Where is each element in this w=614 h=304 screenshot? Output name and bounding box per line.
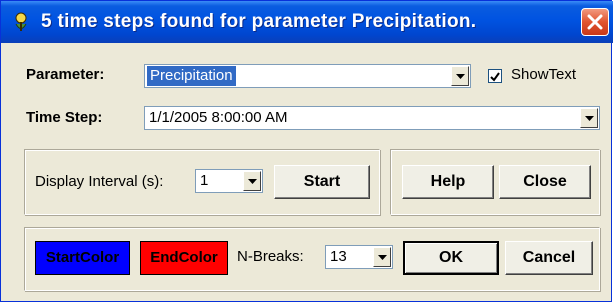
window-title: 5 time steps found for parameter Precipi… — [41, 11, 477, 32]
parameter-dropdown-arrow[interactable] — [451, 66, 469, 86]
parameter-label: Parameter: — [26, 66, 105, 83]
window-close-button[interactable] — [581, 8, 609, 36]
display-interval-dropdown-arrow[interactable] — [243, 171, 261, 191]
checkmark-icon — [490, 72, 500, 82]
timestep-label: Time Step: — [26, 109, 103, 126]
nbreaks-label: N-Breaks: — [237, 248, 304, 265]
chevron-down-icon — [248, 179, 257, 184]
parameter-dropdown[interactable]: Precipitation — [144, 64, 471, 88]
start-button[interactable]: Start — [274, 165, 370, 199]
app-icon — [11, 11, 31, 33]
close-icon — [587, 14, 603, 30]
end-color-button[interactable]: EndColor — [140, 241, 228, 275]
ok-button[interactable]: OK — [403, 241, 499, 275]
chevron-down-icon — [585, 116, 594, 121]
nbreaks-dropdown[interactable]: 13 — [325, 245, 393, 269]
parameter-value: Precipitation — [147, 66, 236, 86]
display-interval-value: 1 — [200, 172, 209, 189]
chevron-down-icon — [378, 255, 387, 260]
title-bar: 5 time steps found for parameter Precipi… — [1, 1, 613, 43]
cancel-button[interactable]: Cancel — [505, 241, 593, 275]
timestep-value: 1/1/2005 8:00:00 AM — [149, 109, 288, 126]
dialog-window: 5 time steps found for parameter Precipi… — [0, 0, 613, 302]
nbreaks-value: 13 — [330, 248, 347, 265]
timestep-dropdown-arrow[interactable] — [580, 108, 598, 128]
nbreaks-dropdown-arrow[interactable] — [373, 247, 391, 267]
showtext-checkbox[interactable] — [488, 69, 502, 83]
showtext-label: ShowText — [511, 66, 577, 83]
chevron-down-icon — [456, 74, 465, 79]
display-interval-label: Display Interval (s): — [35, 173, 164, 190]
help-button[interactable]: Help — [402, 165, 494, 199]
display-interval-dropdown[interactable]: 1 — [195, 169, 263, 193]
timestep-dropdown[interactable]: 1/1/2005 8:00:00 AM — [144, 106, 600, 130]
start-color-button[interactable]: StartColor — [35, 241, 130, 275]
close-button[interactable]: Close — [499, 165, 591, 199]
